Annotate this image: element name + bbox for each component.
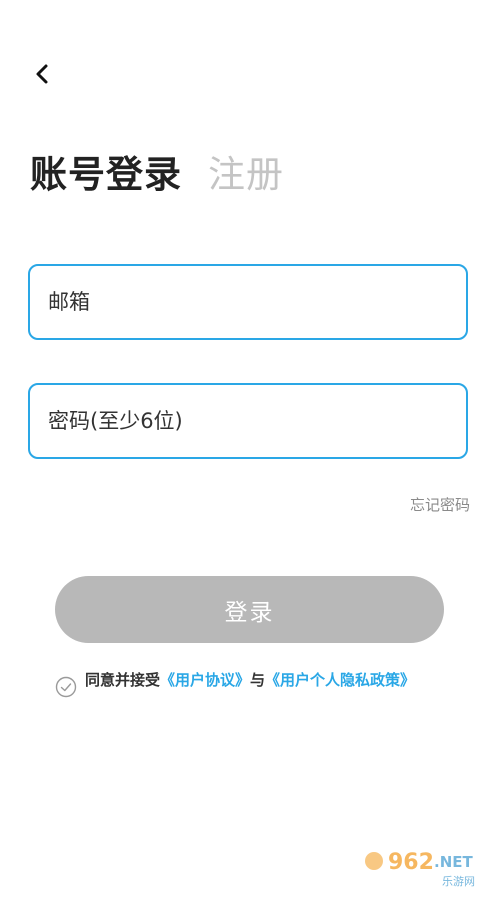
- svg-text:.NET: .NET: [434, 853, 473, 871]
- email-field[interactable]: [28, 264, 468, 340]
- agreement-connector: 与: [250, 671, 266, 689]
- password-field[interactable]: [28, 383, 468, 459]
- check-circle-icon[interactable]: [55, 676, 77, 698]
- tab-account-login[interactable]: 账号登录: [30, 144, 182, 198]
- login-button[interactable]: 登录: [55, 576, 444, 643]
- auth-tabs: 账号登录 注册: [30, 144, 284, 198]
- svg-text:乐游网: 乐游网: [442, 875, 475, 888]
- forgot-password-link[interactable]: 忘记密码: [410, 494, 470, 515]
- site-watermark-logo: 962 .NET 乐游网: [365, 850, 475, 888]
- back-button[interactable]: [28, 60, 56, 88]
- password-input[interactable]: [46, 408, 466, 434]
- privacy-policy-link[interactable]: 《用户个人隐私政策》: [265, 671, 415, 689]
- agreement-prefix: 同意并接受: [85, 671, 161, 689]
- svg-text:962: 962: [388, 850, 434, 875]
- user-agreement-link[interactable]: 《用户协议》: [160, 671, 250, 689]
- email-input[interactable]: [46, 289, 466, 315]
- chevron-left-icon: [36, 64, 48, 84]
- tab-register[interactable]: 注册: [208, 144, 284, 198]
- agreement-text: 同意并接受《用户协议》与《用户个人隐私政策》: [85, 670, 415, 691]
- agreement-row: 同意并接受《用户协议》与《用户个人隐私政策》: [55, 670, 445, 698]
